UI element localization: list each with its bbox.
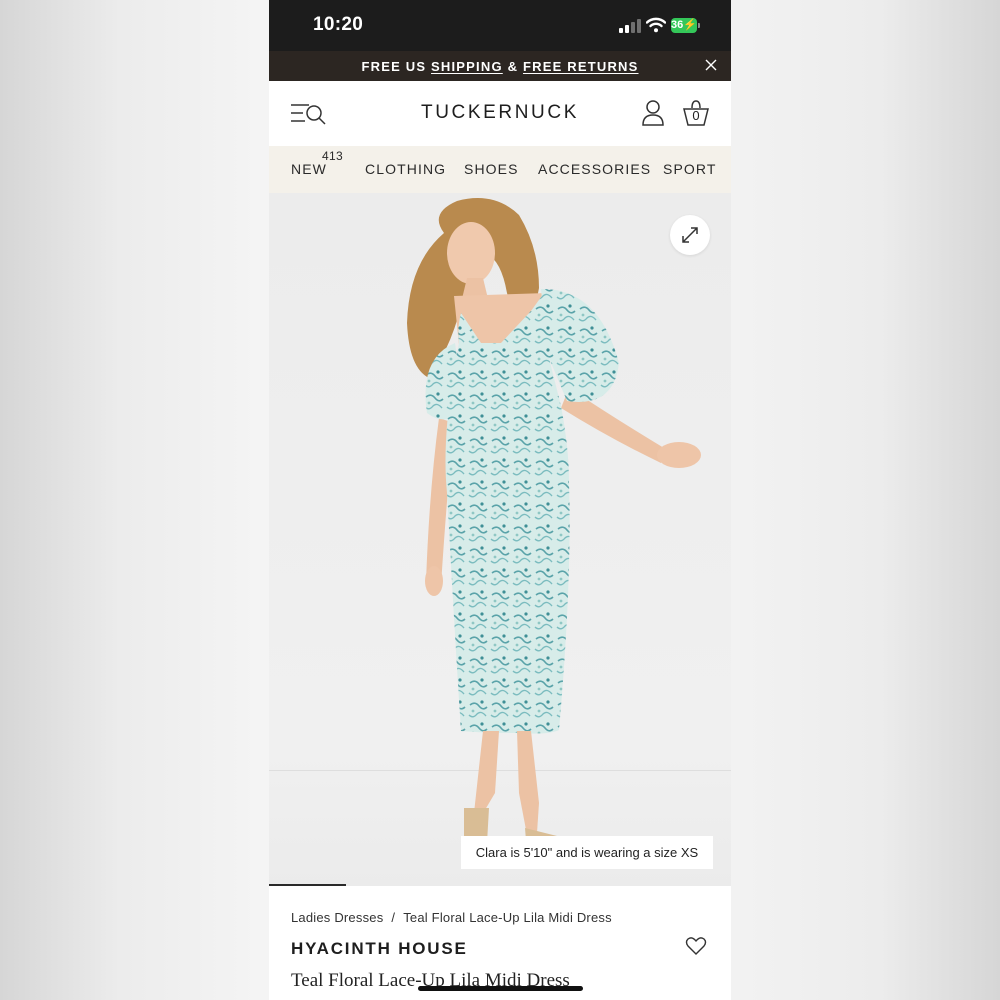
nav-item-clothing[interactable]: CLOTHING — [365, 161, 446, 177]
model-photo — [407, 198, 701, 858]
breadcrumb-current[interactable]: Teal Floral Lace-Up Lila Midi Dress — [403, 910, 612, 925]
status-bar: 10:20 36⚡ — [269, 0, 731, 51]
nav-item-accessories[interactable]: ACCESSORIES — [538, 161, 651, 177]
status-time: 10:20 — [313, 14, 364, 35]
close-icon[interactable] — [703, 57, 719, 73]
product-image[interactable]: Clara is 5'10" and is wearing a size XS — [269, 193, 731, 886]
home-indicator — [418, 986, 583, 991]
bag-count: 0 — [692, 108, 700, 123]
shipping-link[interactable]: SHIPPING — [431, 59, 503, 74]
new-count-badge: 413 — [322, 149, 343, 163]
promo-amp: & — [507, 59, 519, 74]
phone-screen: 10:20 36⚡ FREE US SHIPPING & FREE RETURN… — [269, 0, 731, 1000]
returns-link[interactable]: FREE RETURNS — [523, 59, 639, 74]
battery-level: 36 — [671, 19, 684, 31]
brand-name[interactable]: HYACINTH HOUSE — [291, 939, 468, 959]
wishlist-heart-icon[interactable] — [685, 936, 707, 956]
promo-banner: FREE US SHIPPING & FREE RETURNS — [269, 51, 731, 81]
site-header: TUCKERNUCK 0 — [269, 81, 731, 146]
expand-image-button[interactable] — [670, 215, 710, 255]
expand-icon — [682, 227, 698, 243]
breadcrumb-separator: / — [391, 910, 396, 925]
battery-icon: 36⚡ — [671, 18, 697, 33]
breadcrumb-category[interactable]: Ladies Dresses — [291, 910, 383, 925]
nav-item-new[interactable]: NEW — [291, 161, 327, 177]
shopping-bag-button[interactable]: 0 — [681, 98, 711, 128]
battery-cap — [698, 23, 700, 28]
promo-text: FREE US SHIPPING & FREE RETURNS — [269, 59, 731, 74]
model-size-caption: Clara is 5'10" and is wearing a size XS — [461, 836, 713, 869]
nav-item-shoes[interactable]: SHOES — [464, 161, 519, 177]
nav-item-sport[interactable]: SPORT — [663, 161, 716, 177]
promo-prefix: FREE US — [361, 59, 427, 74]
account-icon[interactable] — [641, 99, 665, 127]
signal-icon — [619, 19, 641, 33]
wifi-icon — [646, 17, 666, 33]
breadcrumb: Ladies Dresses / Teal Floral Lace-Up Lila … — [291, 910, 612, 925]
product-details: Ladies Dresses / Teal Floral Lace-Up Lila … — [269, 886, 731, 1000]
category-nav: NEW 413 CLOTHING SHOES ACCESSORIES SPORT — [269, 146, 731, 193]
